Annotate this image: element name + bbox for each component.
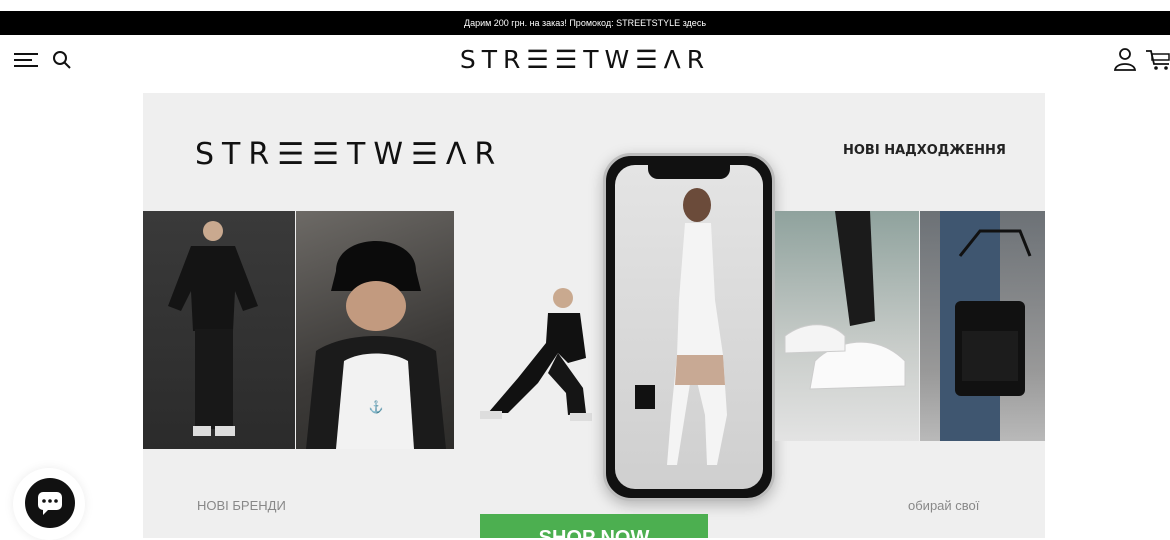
chat-button[interactable] <box>13 468 85 540</box>
new-brands-label: НОВІ БРЕНДИ <box>197 498 286 513</box>
phone-screen-model <box>615 165 763 489</box>
site-header: STR☰☰TW☰ΛR <box>0 35 1170 85</box>
svg-text:⚓: ⚓ <box>369 400 384 414</box>
model-photo-crouching <box>480 288 592 421</box>
model-photo-black-cap: ⚓ <box>296 211 454 449</box>
site-logo[interactable]: STR☰☰TW☰ΛR <box>0 45 1170 74</box>
model-photo-black-outfit <box>143 211 295 449</box>
chat-icon[interactable] <box>25 478 75 528</box>
hero-banner[interactable]: STR☰☰TW☰ΛR НОВІ НАДХОДЖЕННЯ ⚓ НОВІ БРЕНД… <box>143 93 1045 538</box>
phone-notch <box>648 165 730 179</box>
choose-yours-label: обирай свої <box>908 498 980 513</box>
shop-now-button[interactable]: SHOP NOW <box>480 514 708 538</box>
photo-black-bag <box>920 211 1045 441</box>
promo-text[interactable]: Дарим 200 грн. на заказ! Промокод: STREE… <box>464 18 706 28</box>
user-icon[interactable] <box>1112 46 1138 72</box>
new-arrivals-heading: НОВІ НАДХОДЖЕННЯ <box>843 143 1006 158</box>
cart-icon[interactable] <box>1145 46 1170 72</box>
phone-mockup <box>603 153 775 501</box>
banner-logo: STR☰☰TW☰ΛR <box>195 137 504 172</box>
photo-white-sneakers <box>775 211 919 441</box>
promo-bar: Дарим 200 грн. на заказ! Промокод: STREE… <box>0 11 1170 35</box>
